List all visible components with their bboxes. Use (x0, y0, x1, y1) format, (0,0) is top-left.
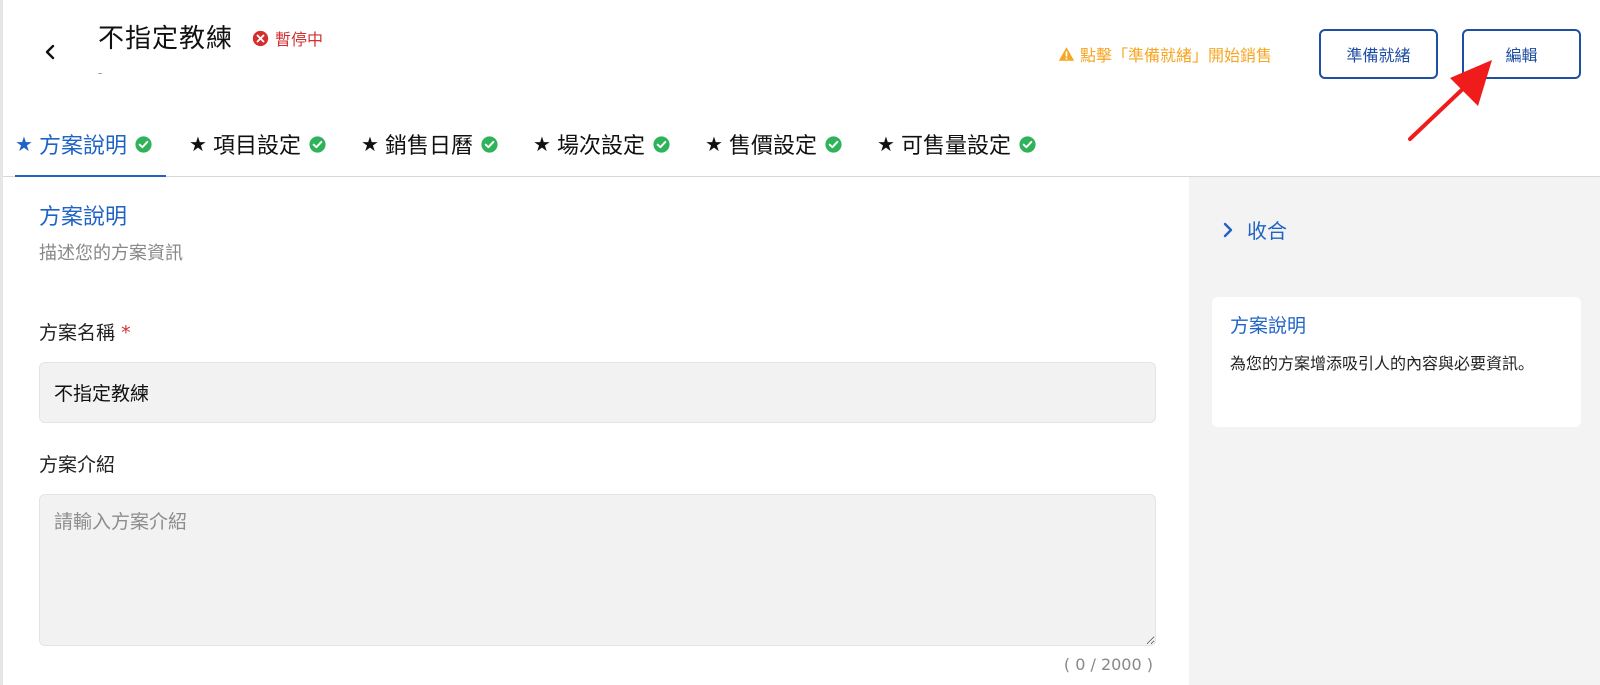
plan-name-input[interactable] (39, 362, 1156, 423)
plan-name-label: 方案名稱 * (39, 318, 131, 345)
tab-label: 銷售日曆 (384, 134, 473, 159)
tab-quantity-settings[interactable]: ★ 可售量設定 (877, 112, 1036, 176)
back-button[interactable] (36, 38, 64, 66)
tab-bar: ★ 方案說明 ★ 項目設定 ★ 銷售日曆 ★ 場次設定 ★ 售價設定 ★ 可售量… (3, 112, 1600, 178)
tab-label: 方案說明 (38, 134, 127, 159)
x-circle-icon (252, 30, 269, 46)
tab-plan-description[interactable]: ★ 方案說明 (15, 112, 166, 178)
status-label: 暫停中 (275, 30, 324, 49)
help-card: 方案說明 為您的方案增添吸引人的內容與必要資訊。 (1212, 297, 1581, 427)
tab-price-settings[interactable]: ★ 售價設定 (705, 112, 842, 176)
star-icon: ★ (189, 132, 207, 156)
plan-intro-label: 方案介紹 (39, 454, 116, 476)
check-circle-icon (825, 135, 842, 153)
check-circle-icon (481, 135, 498, 153)
required-mark: * (121, 322, 131, 344)
collapse-button[interactable]: 收合 (1223, 215, 1287, 244)
tab-label: 售價設定 (728, 134, 817, 159)
check-circle-icon (1019, 135, 1036, 153)
star-icon: ★ (361, 132, 379, 156)
help-card-title: 方案說明 (1230, 315, 1307, 337)
page-header: 不指定教練 暫停中 - 點擊「準備就緒」開始銷售 準備就緒 編輯 (0, 0, 1600, 141)
warning-triangle-icon (1058, 47, 1075, 61)
star-icon: ★ (705, 132, 723, 156)
help-card-body: 為您的方案增添吸引人的內容與必要資訊。 (1230, 354, 1535, 373)
page-title: 不指定教練 (98, 24, 234, 54)
tab-sales-calendar[interactable]: ★ 銷售日曆 (361, 112, 498, 176)
tab-label: 項目設定 (212, 134, 301, 159)
chevron-left-icon (45, 44, 55, 60)
chevron-right-icon (1223, 222, 1233, 237)
ready-hint-text: 點擊「準備就緒」開始銷售 (1080, 46, 1273, 65)
tab-session-settings[interactable]: ★ 場次設定 (533, 112, 670, 176)
tab-label: 可售量設定 (900, 134, 1011, 159)
star-icon: ★ (533, 132, 551, 156)
plan-subtitle: - (98, 66, 103, 80)
plan-intro-textarea[interactable] (39, 494, 1156, 646)
check-circle-icon (309, 135, 326, 153)
char-counter: ( 0 / 2000 ) (1063, 655, 1153, 674)
section-title: 方案說明 (39, 205, 128, 230)
help-side-panel: 收合 方案說明 為您的方案增添吸引人的內容與必要資訊。 (1189, 177, 1600, 685)
star-icon: ★ (15, 132, 33, 156)
ready-hint: 點擊「準備就緒」開始銷售 (1058, 42, 1272, 66)
check-circle-icon (135, 135, 152, 153)
tab-label: 場次設定 (556, 134, 645, 159)
check-circle-icon (653, 135, 670, 153)
status-badge: 暫停中 (252, 26, 323, 50)
tab-item-settings[interactable]: ★ 項目設定 (189, 112, 326, 176)
section-description: 描述您的方案資訊 (39, 243, 183, 264)
plan-name-label-text: 方案名稱 (39, 322, 116, 344)
star-icon: ★ (877, 132, 895, 156)
main-form-panel: 方案說明 描述您的方案資訊 方案名稱 * 方案介紹 ( 0 / 2000 ) (3, 177, 1189, 685)
collapse-label: 收合 (1247, 219, 1287, 243)
